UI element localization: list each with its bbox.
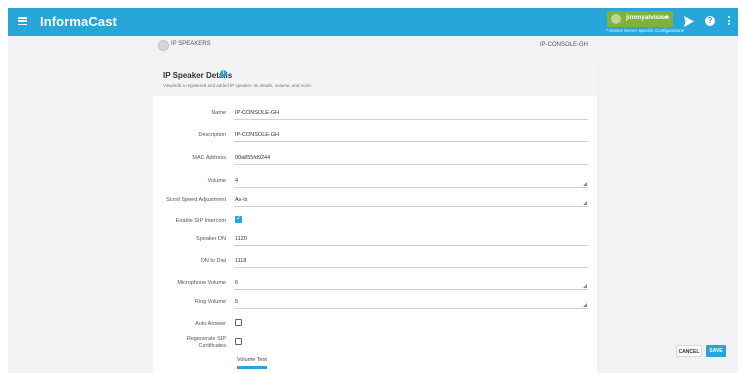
name-field[interactable]: IP-CONSOLE-GH: [234, 106, 588, 120]
description-label: Description: [198, 132, 226, 138]
volume-test-button[interactable]: [237, 366, 267, 369]
avatar-icon: [611, 14, 621, 24]
dn-to-dial-label: DN to Dial: [200, 258, 226, 264]
help-icon[interactable]: ?: [705, 16, 715, 26]
name-value: IP-CONSOLE-GH: [235, 110, 280, 116]
scroll-speed-value: As-Is: [235, 197, 248, 203]
back-icon[interactable]: [158, 40, 169, 51]
scroll-speed-label: Scroll Speed Adjustment: [166, 197, 226, 203]
mic-volume-select[interactable]: 6: [234, 276, 588, 290]
info-icon[interactable]: i: [220, 70, 227, 77]
regenerate-sip-label: Regenerate SIP Certificates: [187, 336, 226, 349]
hamburger-menu-icon[interactable]: [18, 17, 27, 26]
mic-volume-value: 6: [235, 280, 239, 286]
breadcrumb: IP SPEAKERS IP-CONSOLE-GH: [153, 36, 597, 55]
scroll-speed-select[interactable]: As-Is: [234, 193, 588, 207]
volume-value: 4: [235, 178, 239, 184]
auto-answer-label: Auto Answer: [195, 321, 226, 327]
form-row-scroll-speed: Scroll Speed Adjustment As-Is: [153, 193, 597, 207]
form-row-volume: Volume 4: [153, 174, 597, 188]
description-value: IP-CONSOLE-GH: [235, 132, 280, 138]
volume-test-label: Volume Test: [237, 357, 267, 363]
form-row-description: Description IP-CONSOLE-GH: [153, 128, 597, 142]
form-row-sip-intercom: Enable SIP Intercom ✓: [153, 214, 597, 228]
dropdown-arrow-icon: [583, 284, 587, 288]
description-field[interactable]: IP-CONSOLE-GH: [234, 128, 588, 142]
regenerate-sip-label-line1: Regenerate SIP: [186, 336, 226, 342]
form-row-mac: MAC Address 00a855fd9244: [153, 151, 597, 165]
chevron-down-icon: ▾: [665, 15, 669, 21]
sip-intercom-checkbox[interactable]: ✓: [235, 216, 242, 223]
dropdown-arrow-icon: [583, 201, 587, 205]
form-row-auto-answer: Auto Answer: [153, 317, 597, 331]
top-app-bar: InformaCast jimmyalvision ▾ * Device Ser…: [8, 8, 738, 36]
form-row-speaker-dn: Speaker DN 1120: [153, 232, 597, 246]
regenerate-sip-label-line2: Certificates: [198, 342, 226, 349]
breadcrumb-section[interactable]: IP SPEAKERS: [171, 41, 211, 47]
ring-volume-label: Ring Volume: [194, 299, 226, 305]
app-title: InformaCast: [40, 14, 117, 29]
form-row-regenerate-sip: Regenerate SIP Certificates: [153, 336, 597, 350]
form-row-dn-to-dial: DN to Dial 1118: [153, 254, 597, 268]
dropdown-arrow-icon: [583, 182, 587, 186]
speaker-details-form: Name IP-CONSOLE-GH Description IP-CONSOL…: [153, 96, 597, 373]
auto-answer-checkbox[interactable]: [235, 319, 242, 326]
speaker-dn-label: Speaker DN: [196, 236, 226, 242]
user-menu-button[interactable]: jimmyalvision ▾: [607, 11, 673, 27]
mac-field[interactable]: 00a855fd9244: [234, 151, 588, 165]
mac-label: MAC Address: [192, 155, 226, 161]
ring-volume-value: 5: [235, 299, 239, 305]
name-label: Name: [211, 110, 226, 116]
send-icon[interactable]: [684, 16, 694, 27]
breadcrumb-current: IP-CONSOLE-GH: [539, 42, 588, 48]
page-subtitle: View/edit a registered and added IP spea…: [163, 83, 313, 88]
more-vertical-icon[interactable]: [727, 16, 731, 27]
mac-value: 00a855fd9244: [235, 155, 271, 161]
card-header: IP Speaker Details i View/edit a registe…: [153, 62, 597, 96]
form-row-name: Name IP-CONSOLE-GH: [153, 106, 597, 120]
dn-to-dial-field[interactable]: 1118: [234, 254, 588, 268]
form-row-ring-volume: Ring Volume 5: [153, 295, 597, 309]
speaker-dn-field[interactable]: 1120: [234, 232, 588, 246]
user-name: jimmyalvision: [626, 14, 669, 21]
form-row-mic-volume: Microphone Volume 6: [153, 276, 597, 290]
speaker-dn-value: 1120: [235, 236, 247, 242]
regenerate-sip-checkbox[interactable]: [235, 338, 242, 345]
dropdown-arrow-icon: [583, 303, 587, 307]
cancel-button[interactable]: CANCEL: [676, 345, 702, 357]
ring-volume-select[interactable]: 5: [234, 295, 588, 309]
dn-to-dial-value: 1118: [235, 258, 247, 264]
sip-intercom-label: Enable SIP Intercom: [175, 218, 226, 224]
save-button[interactable]: SAVE: [706, 345, 726, 357]
volume-label: Volume: [207, 178, 226, 184]
device-config-note: * Device Server-specific Configurations: [606, 28, 685, 33]
volume-select[interactable]: 4: [234, 174, 588, 188]
mic-volume-label: Microphone Volume: [177, 280, 226, 286]
